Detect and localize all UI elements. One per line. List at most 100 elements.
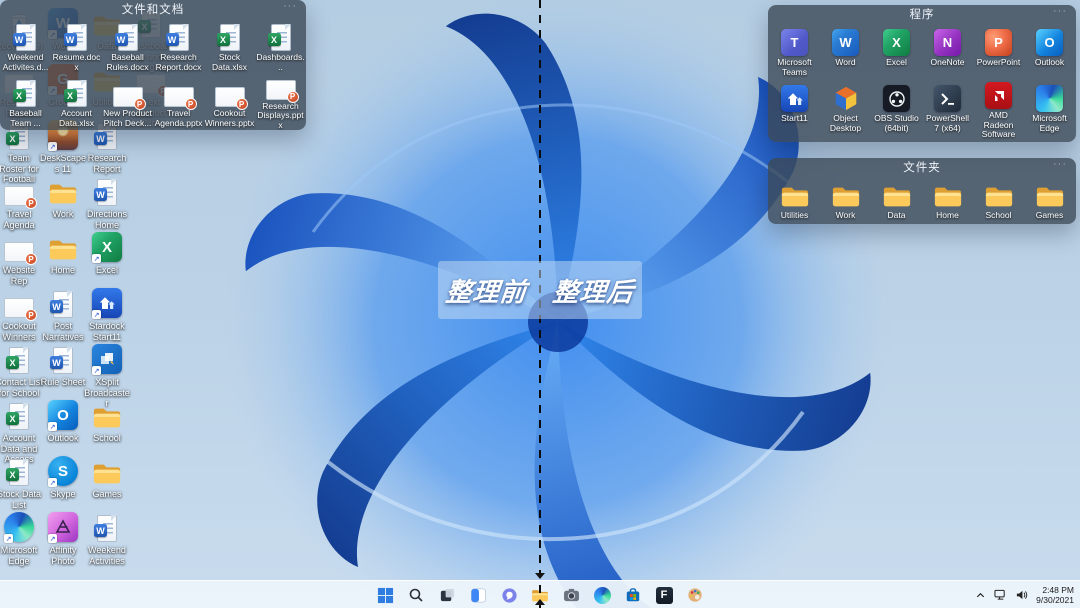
fence-item-games[interactable]: Games — [1024, 176, 1075, 222]
icon-label: Stock Data.xlsx — [205, 53, 255, 72]
desktop-icon-school[interactable]: School — [83, 398, 131, 444]
fence-item-excel[interactable]: XExcel — [871, 23, 922, 79]
desktop-icon-rule-sheet[interactable]: WRule Sheet — [39, 342, 87, 388]
chat-icon[interactable] — [498, 583, 520, 607]
ppt-doc-icon: P — [164, 77, 194, 107]
store-icon[interactable] — [622, 583, 644, 607]
icon-label: Weekend Activities — [83, 545, 131, 566]
fence-item-obs-studio-64bit[interactable]: OBS Studio (64bit) — [871, 79, 922, 135]
ppt-doc-icon: P — [266, 77, 296, 100]
start11-app-icon: ↗ — [92, 286, 122, 318]
desktop-icon-cookout-winners[interactable]: PCookout Winners — [0, 286, 43, 342]
desktop-icon-excel[interactable]: X↗Excel — [83, 230, 131, 276]
after-label: 整理后 — [551, 272, 636, 309]
icon-label: Weekend Activites.d... — [1, 53, 51, 72]
desktop-icon-outlook[interactable]: O↗Outlook — [39, 398, 87, 444]
desktop-icon-stock-data-list[interactable]: XStock Data List — [0, 454, 43, 510]
fence-item-travel-agenda-pptx[interactable]: P Travel Agenda.pptx — [153, 74, 204, 130]
icon-label: Word — [835, 58, 855, 68]
fence-item-microsoft-teams[interactable]: T Microsoft Teams — [769, 23, 820, 79]
fence-item-powershell-7-x64[interactable]: PowerShell 7 (x64) — [922, 79, 973, 135]
icon-label: Microsoft Teams — [770, 58, 820, 77]
fence-item-microsoft-edge[interactable]: Microsoft Edge — [1024, 79, 1075, 135]
icon-label: Outlook — [47, 433, 78, 444]
fence-menu-dots[interactable]: ··· — [283, 0, 297, 12]
fence-item-research-report-docx[interactable]: WResearch Report.docx — [153, 18, 204, 74]
fence-item-outlook[interactable]: OOutlook — [1024, 23, 1075, 79]
fence-item-school[interactable]: School — [973, 176, 1024, 222]
fence-item-weekend-activites-d[interactable]: WWeekend Activites.d... — [0, 18, 51, 74]
compare-overlay: 整理前 整理后 — [438, 261, 642, 319]
icon-label: Home — [936, 211, 959, 221]
icon-label: Microsoft Edge — [0, 545, 43, 566]
icon-label: Stardock Start11 — [83, 321, 131, 342]
desktop-icon-travel-agenda[interactable]: PTravel Agenda — [0, 174, 43, 230]
desktop-icon-microsoft-edge[interactable]: ↗Microsoft Edge — [0, 510, 43, 566]
desktop-icon-home[interactable]: Home — [39, 230, 87, 276]
onenote-app-icon: N — [934, 26, 961, 56]
speaker-icon[interactable] — [1015, 589, 1028, 601]
fence-item-account-data-xlsx[interactable]: XAccount Data.xlsx — [51, 74, 102, 130]
fence-item-powerpoint[interactable]: PPowerPoint — [973, 23, 1024, 79]
fence-menu-dots[interactable]: ··· — [1053, 158, 1067, 170]
start11-app-icon — [781, 82, 808, 112]
icon-label: OBS Studio (64bit) — [872, 114, 922, 133]
fence-item-object-desktop[interactable]: Object Desktop — [820, 79, 871, 135]
desktop-icon-website-rep[interactable]: PWebsite Rep — [0, 230, 43, 286]
desktop-icon-work[interactable]: Work — [39, 174, 87, 220]
fence-item-research-displays-pptx[interactable]: PResearch Displays.pptx — [255, 74, 306, 130]
excel-doc-icon: X — [67, 77, 87, 107]
amd-app-icon — [985, 82, 1012, 109]
task-view-icon[interactable] — [436, 583, 458, 607]
fence-item-utilities[interactable]: Utilities — [769, 176, 820, 222]
fence-item-home[interactable]: Home — [922, 176, 973, 222]
edge-icon[interactable] — [591, 583, 613, 607]
desktop-icon-games[interactable]: Games — [83, 454, 131, 500]
desktop-icon-skype[interactable]: S↗Skype — [39, 454, 87, 500]
icon-label: Travel Agenda.pptx — [154, 109, 204, 128]
desktop-icon-post-narratives[interactable]: WPost Narratives — [39, 286, 87, 342]
objectdesktop-app-icon — [833, 82, 859, 112]
start-button[interactable] — [374, 583, 396, 607]
search-icon[interactable] — [405, 583, 427, 607]
fence-item-new-product-pitch-deck[interactable]: PNew Product Pitch Deck... — [102, 74, 153, 130]
desktop-icon-directions-home[interactable]: WDirections Home — [83, 174, 131, 230]
tray-chevron-up-icon[interactable] — [975, 590, 986, 601]
fence-item-start11[interactable]: Start11 — [769, 79, 820, 135]
shortcut-arrow-icon: ↗ — [92, 366, 101, 375]
network-icon[interactable] — [994, 589, 1007, 601]
folder-icon — [92, 454, 122, 486]
fence-item-amd-radeon-software[interactable]: AMD Radeon Software — [973, 79, 1024, 135]
icon-label: DeskScapes 11 — [39, 153, 87, 174]
fence-title: 文件和文档··· — [0, 0, 306, 18]
fence-item-stock-data-xlsx[interactable]: XStock Data.xlsx — [204, 18, 255, 74]
icon-label: PowerPoint — [977, 58, 1020, 68]
desktop-icon-stardock-start11[interactable]: ↗ Stardock Start11 — [83, 286, 131, 342]
fence-item-work[interactable]: Work — [820, 176, 871, 222]
desktop-icon-affinity-photo[interactable]: ↗Affinity Photo — [39, 510, 87, 566]
camera-icon[interactable] — [560, 583, 582, 607]
fences-icon[interactable]: F — [653, 583, 675, 607]
icon-label: Games — [92, 489, 121, 500]
fence-panel-folders: 文件夹···UtilitiesWorkDataHomeSchoolGames — [768, 158, 1076, 224]
fence-item-resume-docx[interactable]: WResume.docx — [51, 18, 102, 74]
fence-item-data[interactable]: Data — [871, 176, 922, 222]
paint-icon[interactable] — [684, 583, 706, 607]
fence-item-dashboards[interactable]: XDashboards... — [255, 18, 306, 74]
desktop-icon-weekend-activities[interactable]: WWeekend Activities — [83, 510, 131, 566]
icon-label: Object Desktop — [821, 114, 871, 133]
fence-item-baseball-rules-docx[interactable]: WBaseball Rules.docx — [102, 18, 153, 74]
widgets-icon[interactable] — [467, 583, 489, 607]
clock[interactable]: 2:48 PM 9/30/2021 — [1036, 585, 1074, 605]
icon-label: OneNote — [930, 58, 964, 68]
fence-item-onenote[interactable]: N OneNote — [922, 23, 973, 79]
desktop-icon-contact-list-for-school[interactable]: XContact List for School — [0, 342, 43, 398]
teams-app-icon: T — [781, 26, 808, 56]
fence-menu-dots[interactable]: ··· — [1053, 5, 1067, 17]
fence-item-baseball-team[interactable]: XBaseball Team ... — [0, 74, 51, 130]
icon-label: Games — [1036, 211, 1063, 221]
fence-item-word[interactable]: WWord — [820, 23, 871, 79]
icon-label: Research Report.docx — [154, 53, 204, 72]
icon-label: Contact List for School — [0, 377, 43, 398]
fence-item-cookout-winners-pptx[interactable]: PCookout Winners.pptx — [204, 74, 255, 130]
